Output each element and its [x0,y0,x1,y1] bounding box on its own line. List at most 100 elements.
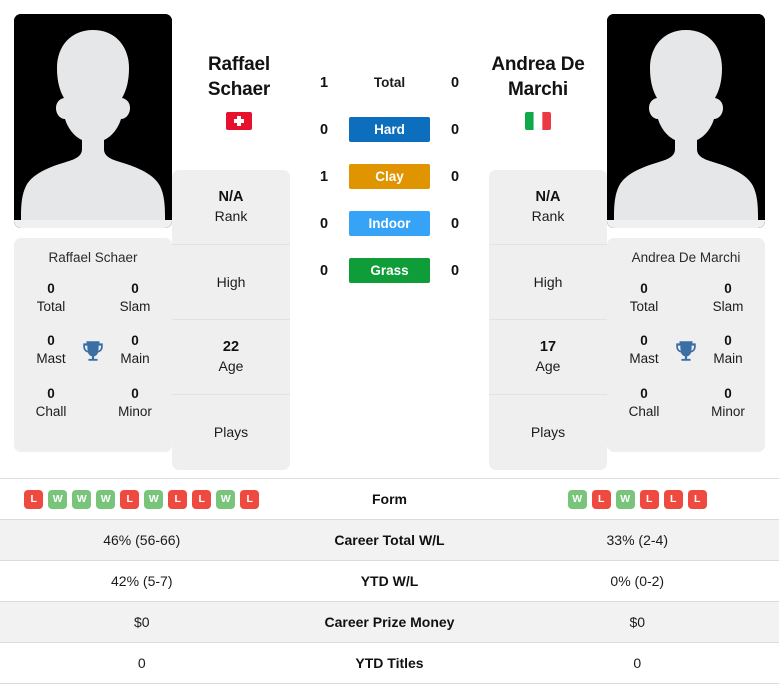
title-main: 0 Main [699,333,757,367]
h2h-right-score: 0 [450,215,460,232]
right-form-strip: WLWLLL [567,489,707,509]
info-row-age: 22 Age [172,320,290,395]
right-player-column: Andrea De Marchi 0 Total 0 Slam 0 Mast 0… [607,14,765,453]
high-label: High [533,273,563,290]
title-label: Slam [119,298,151,314]
left-name-line2: Schaer [207,79,271,101]
player-comparison-page: Raffael Schaer 0 Total 0 Slam 0 Mast 0 M… [0,0,779,699]
h2h-right-score: 0 [450,262,460,279]
form-badge-win[interactable]: W [72,489,92,509]
title-value: 0 [47,333,55,349]
comparison-header: Raffael Schaer 0 Total 0 Slam 0 Mast 0 M… [0,0,779,478]
left-player-avatar[interactable] [14,14,172,228]
right-form-cell: WLWLLL [496,489,779,509]
left-value: $0 [133,614,150,630]
comparison-table: LWWWLWLLWL Form WLWLLL 46% (56-66) Caree… [0,478,779,684]
right-player-headline[interactable]: Andrea De Marchi [485,52,591,131]
form-badge-win[interactable]: W [48,489,68,509]
right-value: 0 [633,655,642,671]
right-value: $0 [629,614,646,630]
info-row-high: High [172,245,290,320]
left-name-line1: Raffael [208,54,270,75]
info-row-high: High [489,245,607,320]
plays-label: Plays [213,424,249,441]
left-player-column: Raffael Schaer 0 Total 0 Slam 0 Mast 0 M… [14,14,172,453]
age-value: 17 [539,339,557,356]
title-value: 0 [131,281,139,296]
row-label: Form [372,491,407,507]
title-label: Total [36,298,66,314]
italy-flag-icon [525,112,551,131]
title-label: Slam [712,298,744,314]
surface-badge-indoor[interactable]: Indoor [349,211,430,236]
left-player-titles-card: Raffael Schaer 0 Total 0 Slam 0 Mast 0 M… [14,238,172,453]
form-badge-loss[interactable]: L [687,489,707,509]
h2h-left-score: 1 [319,168,329,185]
form-badge-loss[interactable]: L [120,489,140,509]
player-avatar-placeholder-icon [14,14,172,228]
trophy-icon [676,340,696,361]
info-row-plays: Plays [172,395,290,470]
left-player-name-label: Raffael Schaer [48,250,138,265]
form-badge-loss[interactable]: L [168,489,188,509]
left-value-cell: $0 [0,614,284,630]
row-label-cell: Career Prize Money [284,614,496,630]
age-value: 22 [222,339,240,356]
form-badge-loss[interactable]: L [192,489,212,509]
age-label: Age [535,357,561,374]
player-avatar-placeholder-icon [607,14,765,228]
right-info-column: N/A Rank High 17 Age Plays [489,170,607,470]
title-slam: 0 Slam [699,281,757,315]
row-label-cell: Form [284,491,496,507]
right-value: 0% (0-2) [610,573,665,589]
form-badge-loss[interactable]: L [639,489,659,509]
title-value: 0 [724,385,732,401]
surface-badge-hard[interactable]: Hard [349,117,430,142]
surface-badge-clay[interactable]: Clay [349,164,430,189]
surface-badge-grass[interactable]: Grass [349,258,430,283]
form-badge-loss[interactable]: L [663,489,683,509]
h2h-right-score: 0 [450,121,460,138]
row-label: Career Prize Money [324,614,455,630]
right-name-line2: Marchi [507,79,569,101]
form-badge-win[interactable]: W [567,489,587,509]
right-player-info-card: N/A Rank High 17 Age Plays [489,170,607,470]
title-minor: 0 Minor [106,386,164,420]
h2h-right-score: 0 [450,168,460,185]
right-value-cell: 0% (0-2) [496,573,779,589]
title-value: 0 [47,385,55,401]
right-value-cell: $0 [496,614,779,630]
left-info-column: N/A Rank High 22 Age Plays [172,170,290,470]
form-badge-loss[interactable]: L [591,489,611,509]
h2h-badge-wrap: Clay [341,164,438,189]
left-value: 0 [137,655,146,671]
title-label: Chall [628,403,660,419]
table-row-career-prize-money: $0 Career Prize Money $0 [0,602,779,643]
form-badge-win[interactable]: W [144,489,164,509]
age-label: Age [218,357,244,374]
form-badge-win[interactable]: W [615,489,635,509]
form-badge-win[interactable]: W [96,489,116,509]
form-badge-loss[interactable]: L [240,489,260,509]
title-slam: 0 Slam [106,281,164,315]
right-value-cell: 0 [496,655,779,671]
title-main: 0 Main [106,333,164,367]
form-badge-loss[interactable]: L [24,489,44,509]
titles-row: 0 Chall 0 Minor [22,386,164,420]
right-player-avatar[interactable] [607,14,765,228]
left-form-strip: LWWWLWLLWL [24,489,260,509]
title-label: Main [120,351,150,367]
title-label: Mast [36,351,66,367]
left-value-cell: 42% (5-7) [0,573,284,589]
title-value: 0 [131,385,139,401]
left-value: 46% (56-66) [103,532,181,548]
form-badge-win[interactable]: W [216,489,236,509]
rank-value: N/A [535,189,561,206]
title-label: Mast [629,351,659,367]
rank-value: N/A [218,189,244,206]
left-player-headline[interactable]: Raffael Schaer [186,52,292,131]
row-label-cell: YTD Titles [284,655,496,671]
title-value: 0 [724,281,732,296]
table-row-career-wl: 46% (56-66) Career Total W/L 33% (2-4) [0,520,779,561]
left-value: 42% (5-7) [111,573,173,589]
